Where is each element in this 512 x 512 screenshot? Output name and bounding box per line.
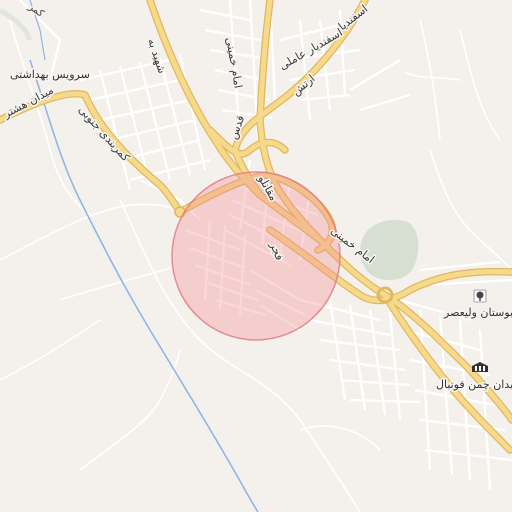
poi-label: سرویس بهداشتی xyxy=(10,68,90,81)
poi-label: بوستان ولیعصر xyxy=(443,306,512,319)
map-canvas[interactable]: شهید به اسفندیار اسفندیار عاملی امام خمی… xyxy=(0,0,512,512)
poi-health-service[interactable]: سرویس بهداشتی xyxy=(9,67,92,83)
selected-area-circle[interactable] xyxy=(171,171,341,341)
tree-icon xyxy=(473,289,487,303)
poi-label: میدان چمن فوتبال xyxy=(436,378,512,391)
map-view[interactable]: شهید به اسفندیار اسفندیار عاملی امام خمی… xyxy=(0,0,512,512)
